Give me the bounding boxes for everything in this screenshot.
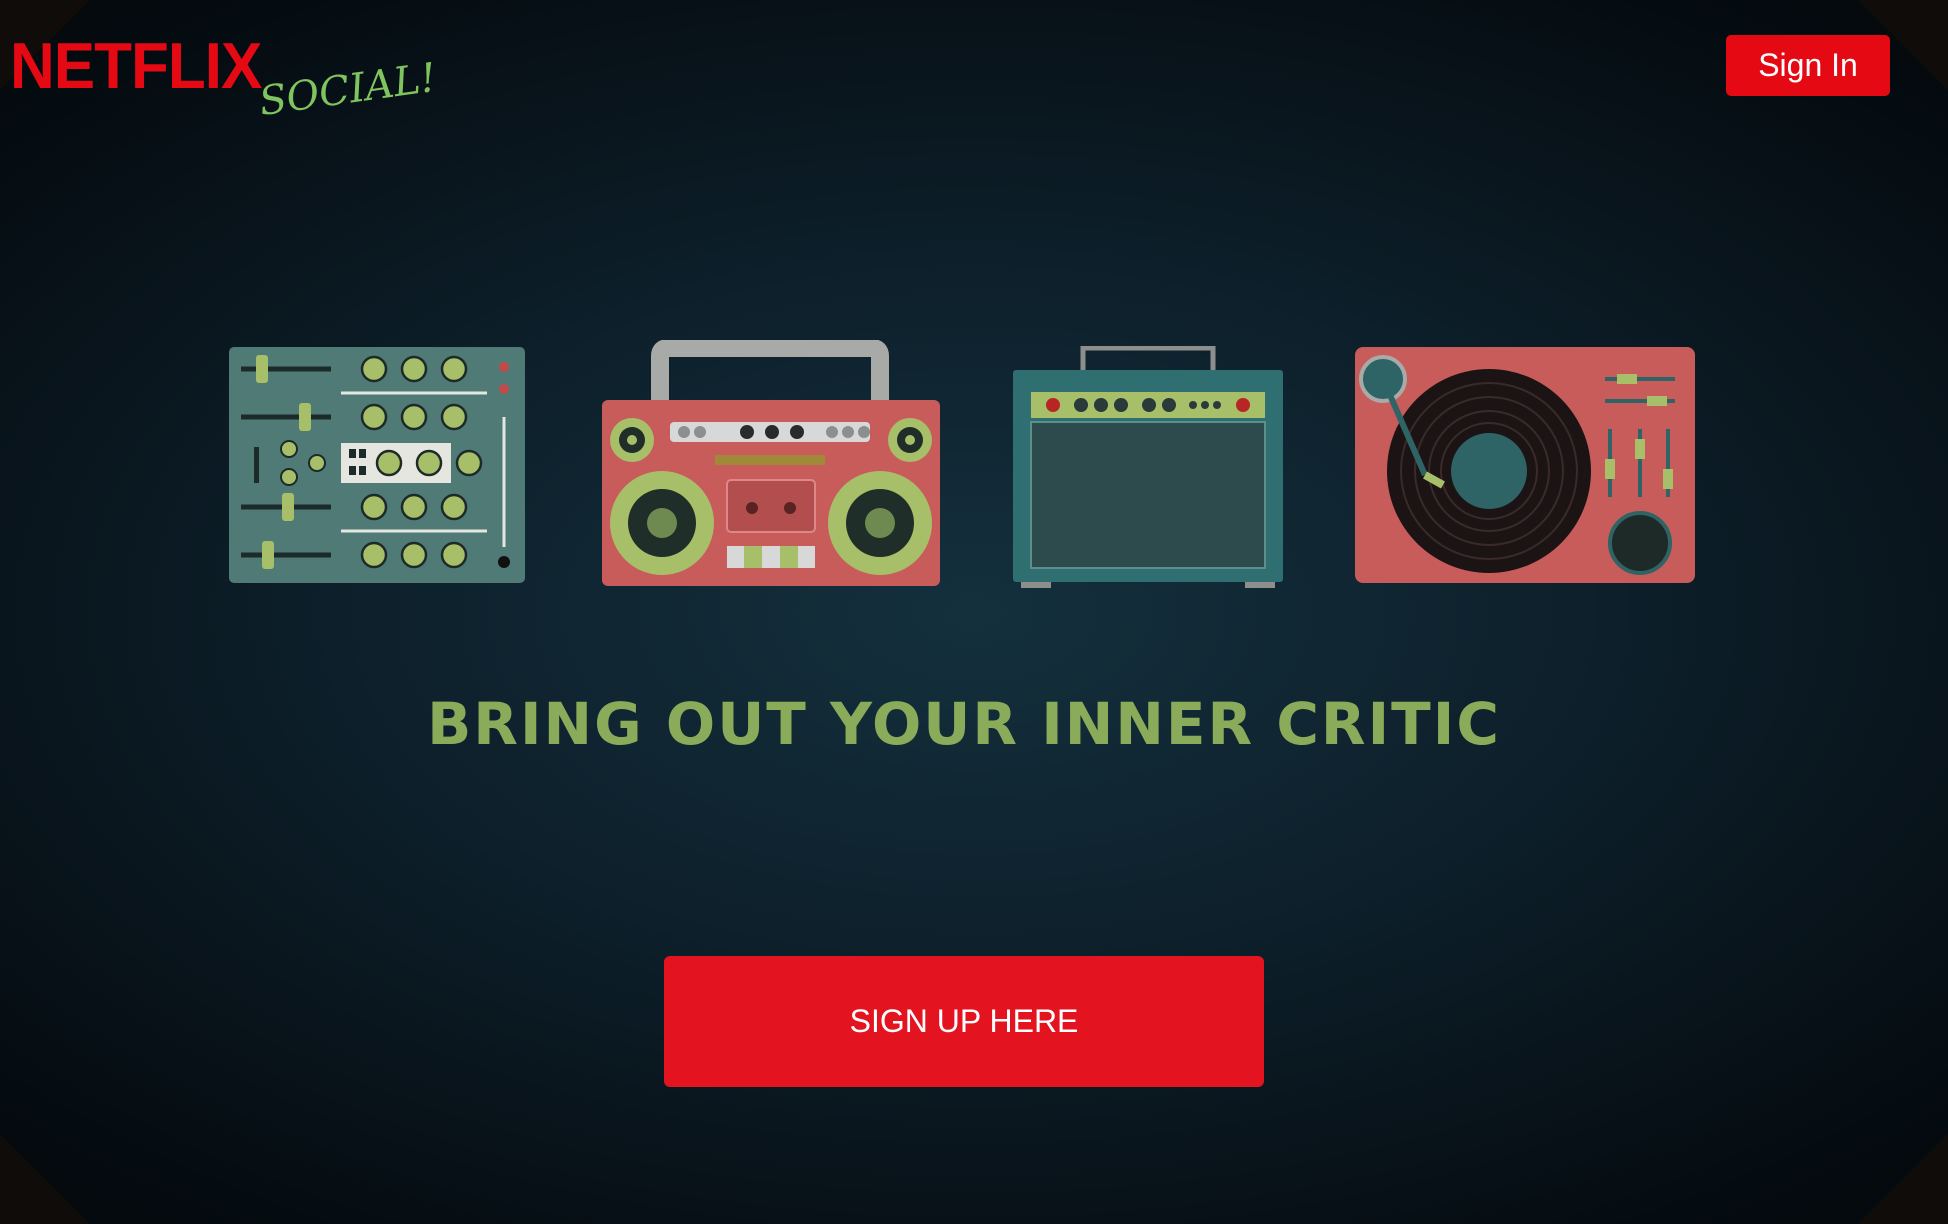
corner-shade bbox=[0, 1134, 90, 1224]
music-illustrations bbox=[0, 340, 1948, 600]
logo-brand: NETFLIX bbox=[10, 30, 262, 103]
boombox-icon bbox=[602, 340, 940, 586]
corner-shade bbox=[1858, 1134, 1948, 1224]
hero-tagline: BRING OUT YOUR INNER CRITIC bbox=[427, 690, 1501, 758]
turntable-icon bbox=[1355, 347, 1695, 583]
netflix-social-logo[interactable]: NETFLIX SOCIAL! bbox=[10, 30, 439, 125]
logo-sub: SOCIAL! bbox=[256, 54, 440, 126]
mixer-icon bbox=[229, 347, 525, 583]
amplifier-icon bbox=[1013, 346, 1283, 588]
sign-up-button[interactable]: SIGN UP HERE bbox=[664, 956, 1264, 1087]
sign-in-button[interactable]: Sign In bbox=[1726, 35, 1890, 96]
